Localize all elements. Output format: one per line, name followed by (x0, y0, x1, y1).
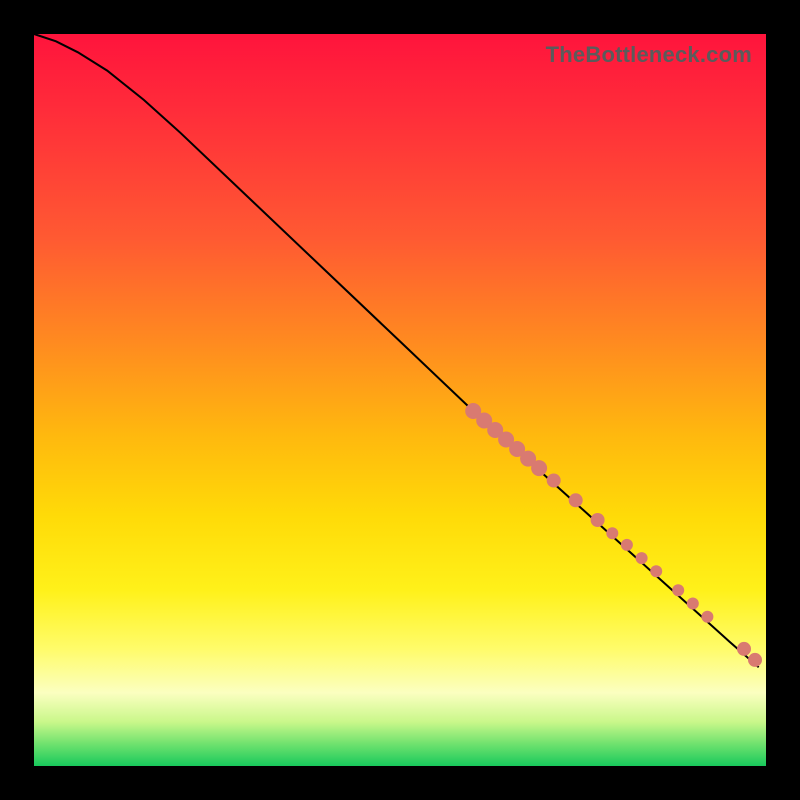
data-point (606, 527, 618, 539)
chart-svg (34, 34, 766, 766)
curve-line (34, 34, 759, 667)
data-point (591, 513, 605, 527)
data-point (636, 552, 648, 564)
data-point (650, 565, 662, 577)
chart-frame: TheBottleneck.com (0, 0, 800, 800)
plot-area: TheBottleneck.com (34, 34, 766, 766)
data-point (687, 598, 699, 610)
data-point (748, 653, 762, 667)
data-point (531, 460, 547, 476)
data-point (737, 642, 751, 656)
data-point (621, 539, 633, 551)
data-point (569, 493, 583, 507)
data-point (672, 584, 684, 596)
data-point (701, 611, 713, 623)
marker-group (465, 403, 762, 667)
data-point (547, 474, 561, 488)
